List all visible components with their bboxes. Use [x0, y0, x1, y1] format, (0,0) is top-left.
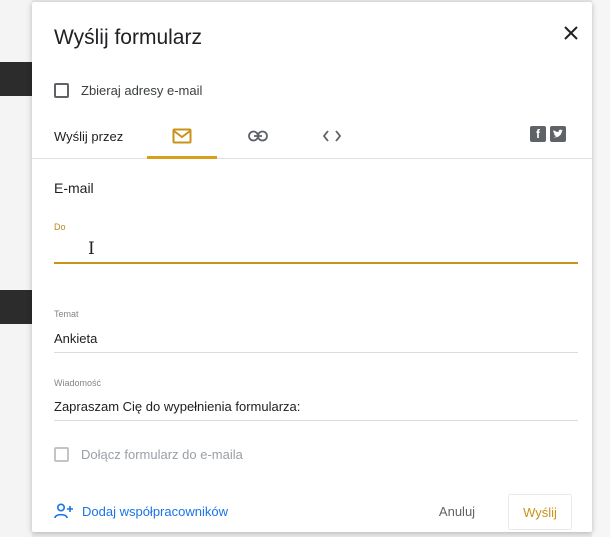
add-collaborators-button[interactable]: Dodaj współpracowników — [54, 500, 228, 522]
background-right — [592, 0, 610, 537]
to-field-label: Do — [54, 222, 66, 232]
add-person-icon — [54, 503, 73, 519]
collect-emails-option: Zbieraj adresy e-mail — [54, 78, 202, 102]
background-stripe — [0, 62, 32, 96]
text-cursor-icon: I — [88, 239, 95, 259]
subject-input-value: Ankieta — [54, 331, 98, 346]
attach-form-option: Dołącz formularz do e-maila — [54, 442, 243, 466]
dialog-title: Wyślij formularz — [54, 26, 202, 49]
background-left — [0, 0, 32, 537]
send-via-label: Wyślij przez — [54, 129, 124, 144]
attach-form-checkbox[interactable] — [54, 446, 69, 462]
attach-form-label: Dołącz formularz do e-maila — [81, 446, 243, 462]
subject-field-label: Temat — [54, 309, 79, 319]
cancel-button[interactable]: Anuluj — [427, 494, 487, 528]
facebook-icon[interactable]: f — [530, 126, 546, 142]
background-stripe — [0, 290, 32, 324]
message-input[interactable]: Zapraszam Cię do wypełnienia formularza: — [54, 394, 578, 421]
message-field-label: Wiadomość — [54, 378, 102, 388]
add-collaborators-label: Dodaj współpracowników — [82, 503, 228, 519]
send-button[interactable]: Wyślij — [508, 494, 572, 530]
tab-embed[interactable] — [297, 114, 367, 158]
to-input[interactable]: I — [54, 238, 578, 264]
envelope-icon — [172, 128, 192, 144]
close-button[interactable] — [556, 18, 586, 48]
twitter-icon[interactable] — [550, 126, 566, 142]
link-icon — [248, 130, 268, 142]
collect-emails-label: Zbieraj adresy e-mail — [81, 82, 203, 98]
email-section-title: E-mail — [54, 180, 94, 196]
embed-code-icon — [323, 130, 341, 142]
send-form-dialog: Wyślij formularz Zbieraj adresy e-mail W… — [32, 2, 592, 532]
subject-input[interactable]: Ankieta — [54, 326, 578, 353]
send-via-bar: Wyślij przez f — [32, 114, 592, 159]
close-icon — [564, 26, 578, 40]
collect-emails-checkbox[interactable] — [54, 82, 69, 98]
tab-email[interactable] — [147, 114, 217, 159]
message-input-value: Zapraszam Cię do wypełnienia formularza: — [54, 399, 301, 414]
tab-link[interactable] — [223, 114, 293, 158]
